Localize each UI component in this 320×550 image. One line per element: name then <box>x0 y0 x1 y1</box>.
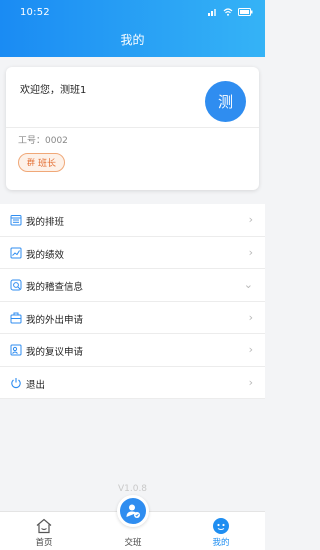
chevron-right-icon: › <box>248 213 253 226</box>
outing-icon <box>10 312 22 324</box>
nav-handover-label: 交班 <box>124 538 142 548</box>
role-label: 班长 <box>38 159 57 169</box>
header-bar: 10:52 我的 <box>0 0 265 57</box>
bottom-nav: 首页 交班 我的 <box>0 495 265 550</box>
review-icon <box>10 344 22 356</box>
menu-item-performance[interactable]: 我的绩效 › <box>0 237 265 269</box>
signal-icon <box>208 9 216 16</box>
menu-label: 我的稽查信息 <box>26 282 84 293</box>
handover-icon <box>126 504 140 518</box>
version-label: V1.0.8 <box>117 484 148 494</box>
group-icon: 群 <box>27 158 35 167</box>
power-icon <box>10 377 22 389</box>
profile-icon <box>212 517 230 535</box>
chevron-right-icon: › <box>248 343 253 356</box>
profile-card: 欢迎您，测班1 测 工号：0002 群 班长 <box>6 67 259 190</box>
nav-handover[interactable]: 交班 <box>101 495 165 550</box>
performance-icon <box>10 247 22 259</box>
nav-home-label: 首页 <box>35 538 53 548</box>
home-icon <box>35 517 53 535</box>
status-bar: 10:52 <box>0 0 265 26</box>
status-time: 10:52 <box>20 7 50 18</box>
card-divider <box>6 127 259 128</box>
menu-label: 我的绩效 <box>26 249 65 261</box>
welcome-text: 欢迎您，测班1 <box>20 85 87 96</box>
menu-label: 我的排班 <box>26 217 65 228</box>
role-badge: 群 班长 <box>18 153 66 172</box>
nav-home[interactable]: 首页 <box>14 512 74 550</box>
nav-mine-label: 我的 <box>212 538 230 548</box>
menu-label: 退出 <box>26 379 46 391</box>
nav-mine[interactable]: 我的 <box>191 512 251 550</box>
menu-item-outing[interactable]: 我的外出申请 › <box>0 302 265 334</box>
chevron-right-icon: › <box>248 375 253 389</box>
chevron-right-icon: › <box>248 310 253 324</box>
avatar[interactable]: 测 <box>205 81 246 122</box>
menu-item-inspection[interactable]: 我的稽查信息 ⌄ <box>0 269 265 302</box>
menu-label: 我的复议申请 <box>26 347 84 358</box>
chevron-down-icon: ⌄ <box>243 278 253 291</box>
inspection-icon <box>10 279 22 291</box>
status-icons <box>208 8 253 16</box>
menu-item-logout[interactable]: 退出 › <box>0 367 265 399</box>
handover-button[interactable] <box>117 495 149 527</box>
menu-item-review[interactable]: 我的复议申请 › <box>0 334 265 367</box>
page-title: 我的 <box>120 33 145 47</box>
menu-label: 我的外出申请 <box>26 314 84 326</box>
menu-list: 我的排班 › 我的绩效 › 我的稽查信息 ⌄ 我的外出申请 › 我的复议申请 › <box>0 204 265 399</box>
battery-icon <box>238 8 253 16</box>
chevron-right-icon: › <box>248 245 253 259</box>
schedule-icon <box>10 214 22 226</box>
wifi-icon <box>223 8 233 16</box>
menu-item-schedule[interactable]: 我的排班 › <box>0 204 265 237</box>
employee-number: 工号：0002 <box>18 136 68 146</box>
